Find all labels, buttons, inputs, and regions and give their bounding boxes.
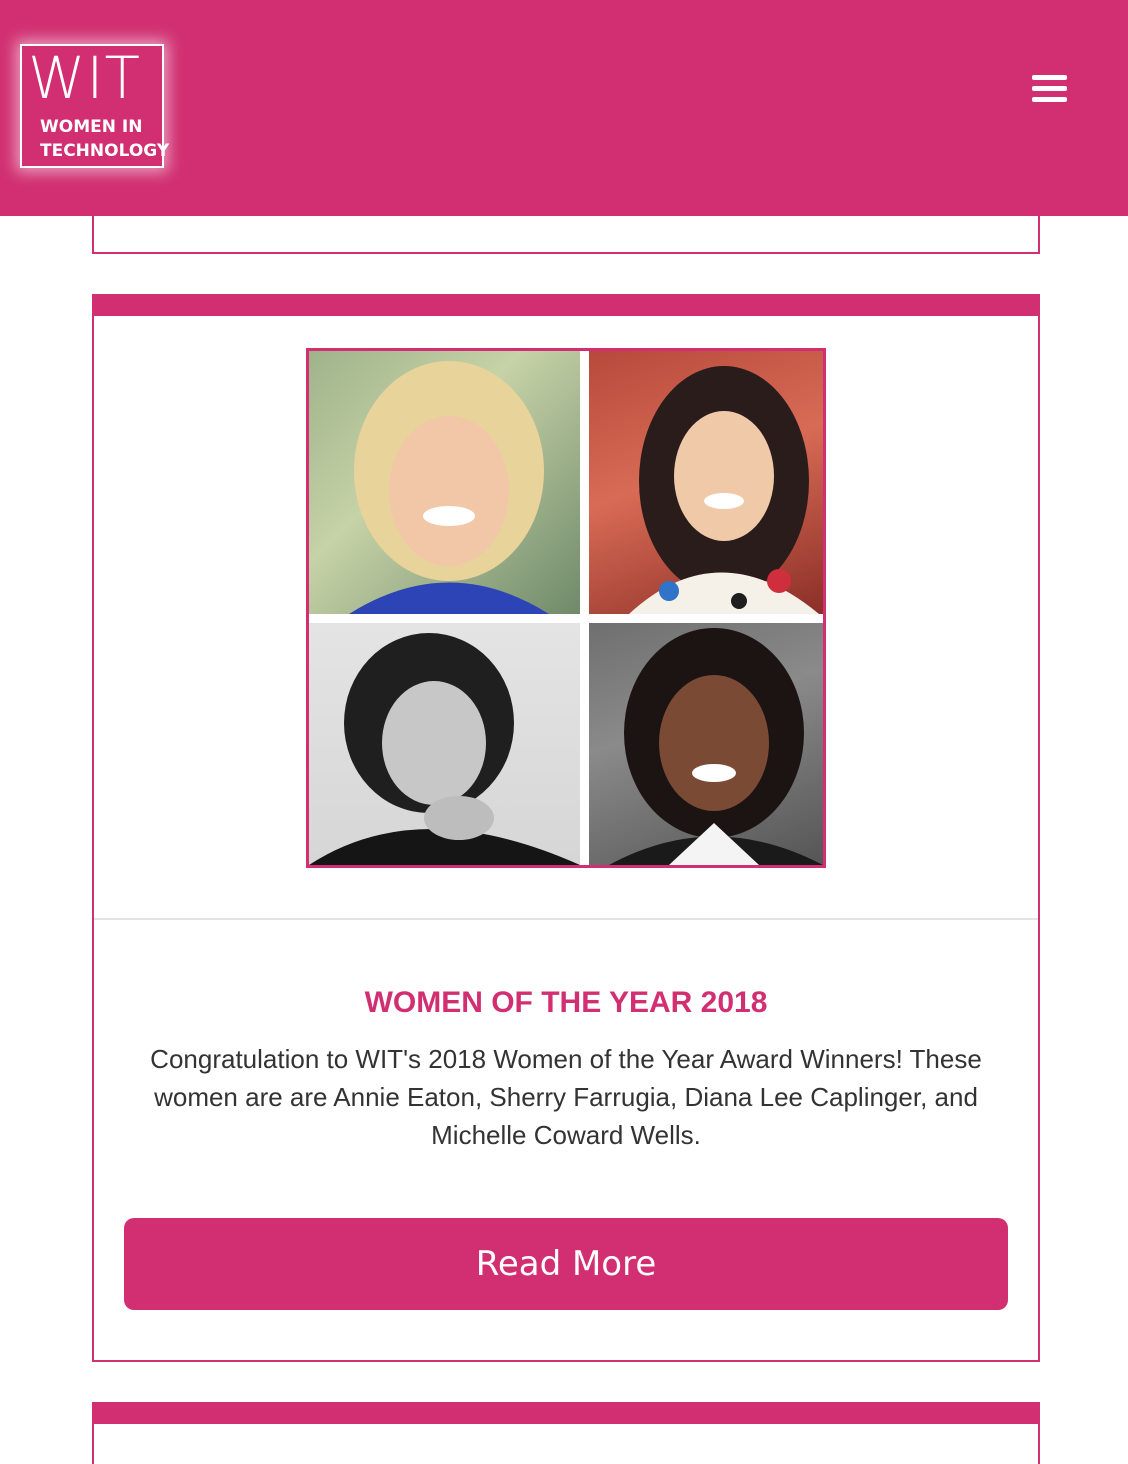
news-card: WOMEN OF THE YEAR 2018 Congratulation to… — [92, 294, 1040, 1362]
logo-tagline-line1: WOMEN IN — [40, 117, 143, 137]
menu-bar — [1032, 86, 1067, 91]
menu-bar — [1032, 97, 1067, 102]
hamburger-menu-icon[interactable] — [1028, 70, 1072, 110]
menu-bar — [1032, 75, 1067, 80]
site-header: WIT WOMEN IN TECHNOLOGY — [0, 0, 1128, 216]
logo-wordmark: WIT — [28, 44, 141, 112]
winners-photo-collage — [306, 348, 826, 868]
card-title: WOMEN OF THE YEAR 2018 — [364, 985, 768, 1019]
card-divider — [94, 918, 1038, 920]
read-more-button[interactable]: Read More — [124, 1218, 1008, 1310]
winner-photo-1 — [309, 351, 580, 614]
next-card — [92, 1402, 1040, 1464]
card-top-bar — [94, 296, 1038, 316]
winner-photo-3 — [309, 623, 580, 865]
wit-logo[interactable]: WIT WOMEN IN TECHNOLOGY — [20, 44, 169, 168]
winner-photo-4 — [589, 623, 823, 865]
next-card-top-bar — [94, 1404, 1038, 1424]
winner-photo-2 — [589, 351, 823, 614]
card-description: Congratulation to WIT's 2018 Women of th… — [150, 1044, 982, 1150]
logo-tagline-line2: TECHNOLOGY — [40, 141, 170, 161]
